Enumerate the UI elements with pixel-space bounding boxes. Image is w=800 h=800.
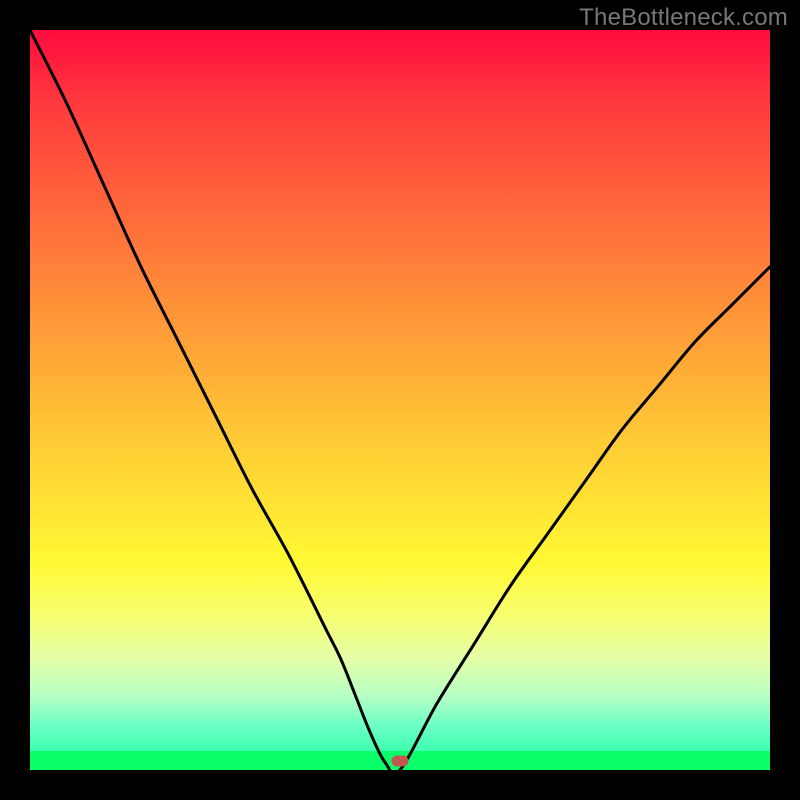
chart-frame: TheBottleneck.com (0, 0, 800, 800)
plot-area (30, 30, 770, 770)
watermark-text: TheBottleneck.com (579, 4, 788, 32)
bottleneck-curve (30, 30, 770, 770)
optimum-marker-icon (392, 756, 409, 767)
